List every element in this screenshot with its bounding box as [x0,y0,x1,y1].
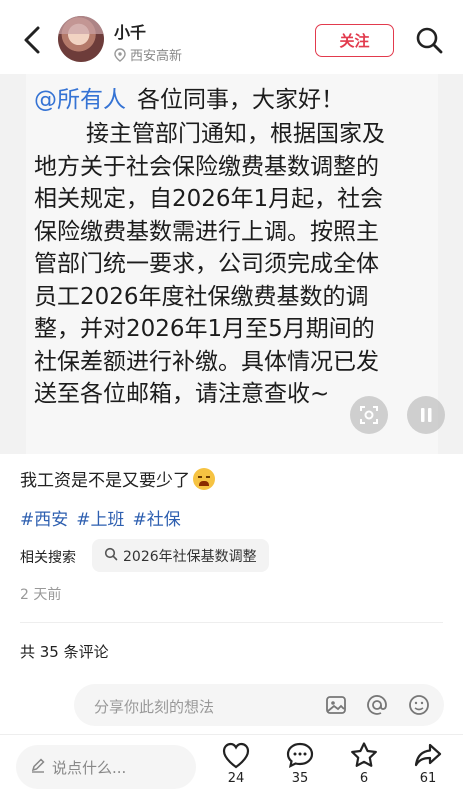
notice-line: 社保差额进行补缴。具体情况已发 [34,348,379,375]
image-picker-icon[interactable] [324,693,348,717]
comment-bubble-icon [286,742,314,768]
top-bar: 小千 西安高新 关注 [0,0,463,74]
star-icon [351,742,377,767]
username[interactable]: 小千 [114,19,146,43]
share-count: 61 [419,771,437,786]
related-search-text: 2026年社保基数调整 [123,548,257,565]
share-icon [414,743,442,767]
mention-at-icon[interactable] [365,693,389,717]
search-icon [104,547,118,565]
divider [20,622,443,623]
notice-body: 接主管部门通知，根据国家及 地方关于社会保险缴费基数调整的 相关规定，自2026… [34,118,424,411]
tag-list: #西安 #上班 #社保 [20,505,181,530]
notice-line: 地方关于社会保险缴费基数调整的 [34,153,379,180]
notice-line: 整，并对2026年1月至5月期间的 [34,316,375,342]
notice-line: 相关规定，自2026年1月起，社会 [34,186,384,212]
comment-count-bottom: 35 [291,771,309,786]
search-icon[interactable] [413,24,445,56]
comment-input[interactable]: 分享你此刻的想法 [74,684,444,726]
mention-all: @所有人 [34,87,126,113]
notice-line: 管部门统一要求，公司须完成全体 [34,251,379,277]
notice-line: 员工2026年度社保缴费基数的调 [34,283,369,310]
related-search-label: 相关搜索 [20,550,76,566]
say-something-input[interactable]: 说点什么... [16,745,196,789]
tag-work[interactable]: #上班 [76,505,124,530]
comment-placeholder: 分享你此刻的想法 [94,698,215,716]
caption-text: 我工资是不是又要少了 [20,471,190,491]
avatar[interactable] [58,16,104,62]
emoji-icon[interactable] [407,693,431,717]
notice-line: 接主管部门通知，根据国家及 [86,121,385,147]
post-caption: 我工资是不是又要少了 [20,466,215,491]
heart-icon [222,742,250,769]
image-scan-icon[interactable] [350,396,388,434]
location-text: 西安高新 [130,49,183,64]
like-button[interactable]: 24 [216,741,256,786]
post-time: 2 天前 [20,587,62,603]
bottom-action-bar: 说点什么... 24 35 6 61 [0,734,463,800]
like-count: 24 [227,771,245,786]
comment-count: 共 35 条评论 [20,643,109,661]
tag-social-security[interactable]: #社保 [133,505,181,530]
collect-button[interactable]: 6 [344,741,384,786]
say-placeholder: 说点什么... [52,758,127,777]
notice-line: 保险缴费基数需进行上调。按照主 [34,218,379,245]
pause-icon[interactable] [407,396,445,434]
follow-button[interactable]: 关注 [315,24,394,57]
tag-xian[interactable]: #西安 [20,505,68,530]
location-pin-icon [114,47,126,62]
star-count: 6 [359,771,369,786]
back-icon[interactable] [18,24,48,56]
comment-button[interactable]: 35 [280,741,320,786]
related-search-chip[interactable]: 2026年社保基数调整 [92,539,269,572]
pencil-icon [30,757,46,777]
share-button[interactable]: 61 [408,741,448,786]
notice-greeting: 各位同事，大家好！ [137,87,344,113]
location: 西安高新 [114,45,182,64]
tired-face-emoji-icon [193,467,215,490]
post-image[interactable]: @所有人 各位同事，大家好！ 接主管部门通知，根据国家及 地方关于社会保险缴费基… [0,74,463,454]
